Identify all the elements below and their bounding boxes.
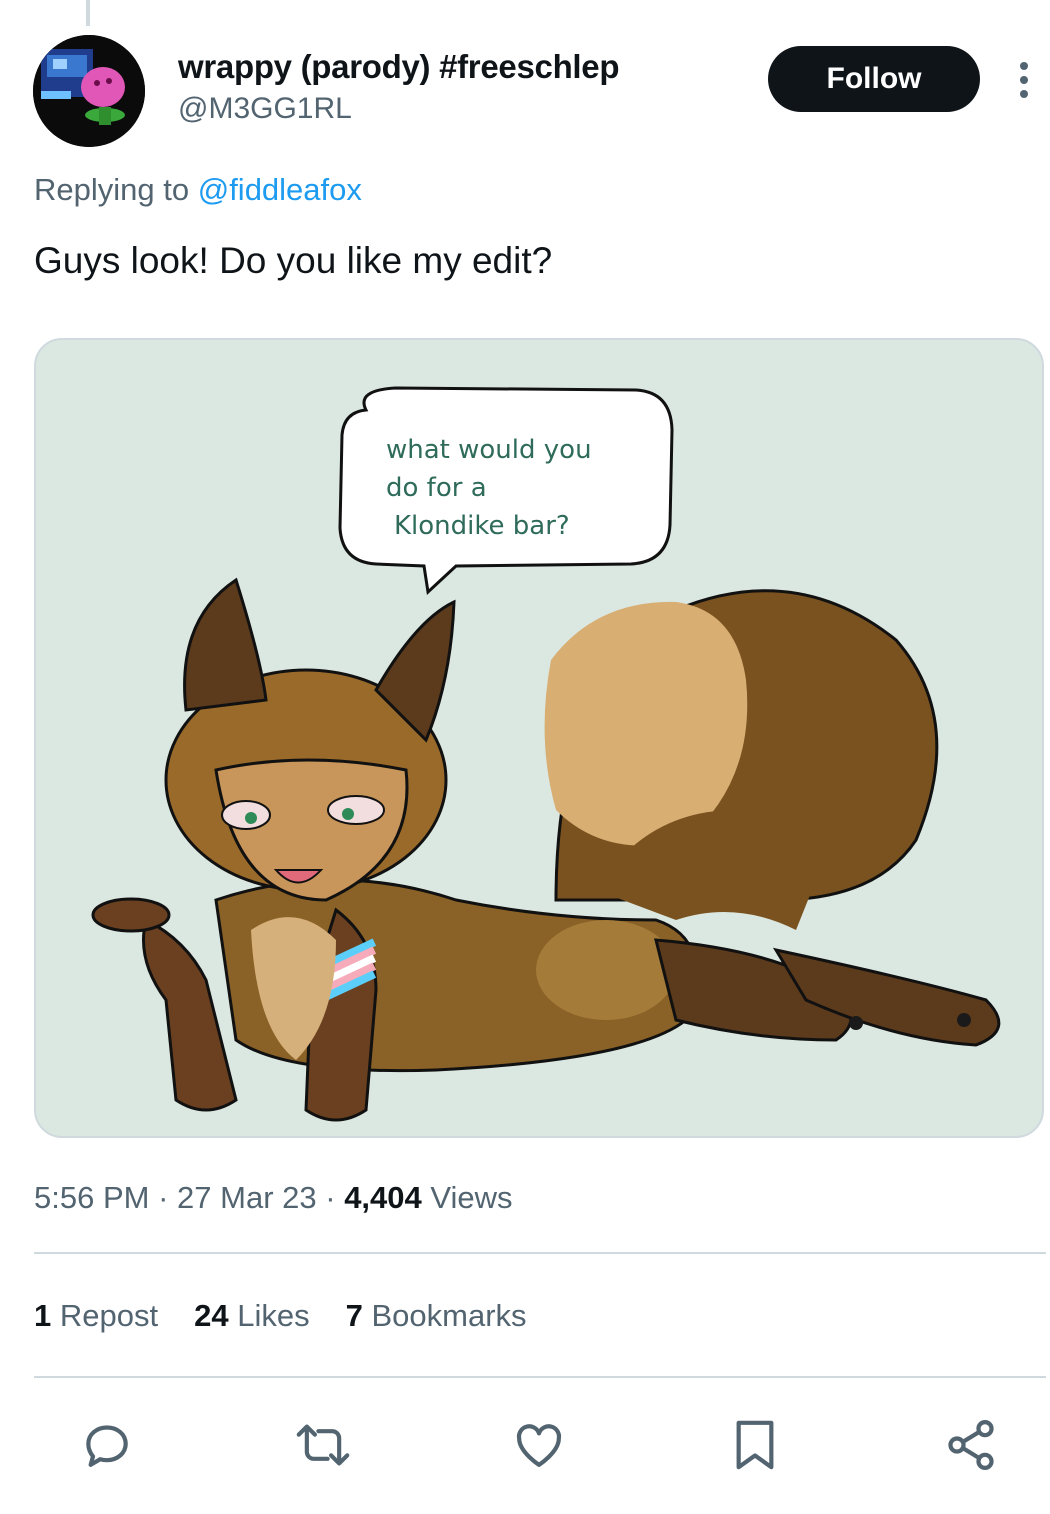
avatar[interactable] (33, 35, 145, 147)
tweet-time[interactable]: 5:56 PM (34, 1180, 149, 1215)
tweet-date[interactable]: 27 Mar 23 (177, 1180, 317, 1215)
speech-line-1: what would you (386, 435, 592, 465)
views-label: Views (430, 1180, 513, 1215)
share-icon[interactable] (936, 1410, 1006, 1480)
repost-icon[interactable] (288, 1410, 358, 1480)
bookmarks-stat[interactable]: 7 Bookmarks (346, 1298, 527, 1334)
avatar-image (33, 35, 145, 147)
tweet-media-image[interactable]: what would you do for a Klondike bar? (34, 338, 1044, 1138)
more-options-icon[interactable] (1012, 60, 1036, 100)
replying-to-label: Replying to (34, 172, 198, 207)
divider (34, 1376, 1046, 1378)
thread-connector-line (86, 0, 90, 26)
tweet-text: Guys look! Do you like my edit? (34, 240, 553, 281)
reposts-count: 1 (34, 1298, 52, 1333)
likes-stat[interactable]: 24 Likes (194, 1298, 309, 1334)
action-bar (0, 1410, 1050, 1480)
engagement-stats: 1 Repost 24 Likes 7 Bookmarks (34, 1298, 527, 1334)
meta-separator: · (325, 1180, 336, 1215)
media-illustration: what would you do for a Klondike bar? (91, 386, 1001, 1122)
tweet-metadata: 5:56 PM · 27 Mar 23 · 4,404 Views (34, 1180, 513, 1216)
bookmarks-label: Bookmarks (371, 1298, 527, 1333)
follow-button[interactable]: Follow (768, 46, 980, 112)
bookmark-icon[interactable] (720, 1410, 790, 1480)
speech-line-3: Klondike bar? (394, 511, 570, 541)
views-count: 4,404 (344, 1180, 422, 1215)
reposts-stat[interactable]: 1 Repost (34, 1298, 158, 1334)
replying-to: Replying to @fiddleafox (34, 172, 362, 208)
likes-label: Likes (237, 1298, 310, 1333)
author-handle[interactable]: @M3GG1RL (178, 92, 352, 126)
divider (34, 1252, 1046, 1254)
reply-icon[interactable] (72, 1410, 142, 1480)
bookmarks-count: 7 (345, 1298, 363, 1333)
likes-count: 24 (194, 1298, 229, 1333)
speech-line-2: do for a (386, 473, 487, 503)
like-icon[interactable] (504, 1410, 574, 1480)
reposts-label: Repost (59, 1298, 159, 1333)
author-display-name[interactable]: wrappy (parody) #freeschlep (178, 48, 620, 86)
meta-separator: · (158, 1180, 169, 1215)
mention-link[interactable]: @fiddleafox (198, 172, 362, 207)
